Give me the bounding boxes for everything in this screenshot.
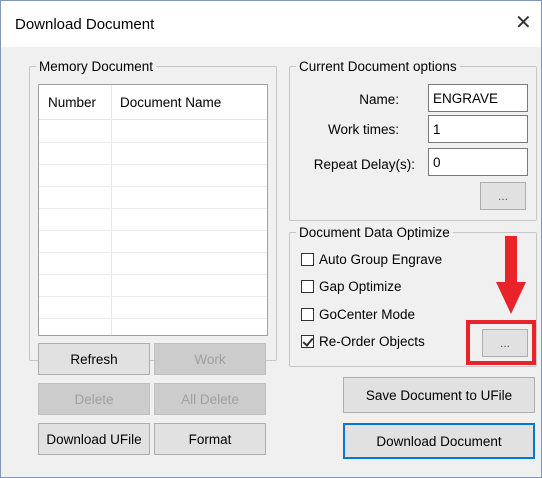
list-row-line: [39, 252, 267, 253]
checkbox-box[interactable]: [301, 280, 314, 293]
work-times-label: Work times:: [327, 122, 399, 137]
name-field[interactable]: [428, 84, 528, 112]
save-document-to-ufile-button[interactable]: Save Document to UFile: [343, 377, 535, 413]
gocenter-mode-label: GoCenter Mode: [319, 307, 416, 322]
window-title: Download Document: [15, 16, 155, 33]
list-row-line: [39, 186, 267, 187]
work-times-field[interactable]: [428, 115, 528, 143]
red-highlight-box: [466, 320, 536, 365]
close-icon[interactable]: ✕: [515, 12, 532, 34]
memory-document-label: Memory Document: [39, 59, 154, 74]
re-order-objects-label: Re-Order Objects: [319, 334, 425, 349]
column-divider: [111, 85, 112, 335]
delete-button[interactable]: Delete: [38, 383, 150, 415]
gap-optimize-checkbox[interactable]: Gap Optimize: [301, 279, 402, 294]
memory-document-list[interactable]: Number Document Name: [38, 84, 268, 336]
title-bar: Download Document ✕: [1, 1, 541, 47]
list-row-line: [39, 230, 267, 231]
re-order-objects-checkbox[interactable]: Re-Order Objects: [301, 334, 425, 349]
download-document-button[interactable]: Download Document: [343, 423, 535, 459]
list-row-line: [39, 164, 267, 165]
repeat-delay-field[interactable]: [428, 148, 528, 176]
checkbox-box[interactable]: [301, 253, 314, 266]
list-row-line: [39, 318, 267, 319]
list-row-line: [39, 296, 267, 297]
checkbox-checked-icon[interactable]: [301, 335, 314, 348]
checkbox-box[interactable]: [301, 308, 314, 321]
download-document-dialog: Download Document ✕ Memory Document Numb…: [0, 0, 542, 478]
column-document-name[interactable]: Document Name: [120, 95, 221, 110]
gocenter-mode-checkbox[interactable]: GoCenter Mode: [301, 307, 415, 322]
list-row-line: [39, 208, 267, 209]
gap-optimize-label: Gap Optimize: [319, 279, 402, 294]
name-label: Name:: [359, 92, 399, 107]
download-ufile-button[interactable]: Download UFile: [38, 423, 150, 455]
document-data-optimize-label: Document Data Optimize: [299, 225, 450, 240]
repeat-delay-label: Repeat Delay(s):: [313, 157, 415, 172]
all-delete-button[interactable]: All Delete: [154, 383, 266, 415]
column-number[interactable]: Number: [48, 95, 96, 110]
current-document-options-label: Current Document options: [299, 59, 457, 74]
list-row-line: [39, 274, 267, 275]
format-button[interactable]: Format: [154, 423, 266, 455]
refresh-button[interactable]: Refresh: [38, 343, 150, 375]
red-arrow-down-icon: [496, 236, 526, 314]
work-button[interactable]: Work: [154, 343, 266, 375]
list-header: Number Document Name: [39, 85, 267, 120]
auto-group-engrave-label: Auto Group Engrave: [319, 252, 443, 267]
list-row-line: [39, 142, 267, 143]
options-more-button[interactable]: ...: [480, 182, 526, 210]
auto-group-engrave-checkbox[interactable]: Auto Group Engrave: [301, 252, 442, 267]
